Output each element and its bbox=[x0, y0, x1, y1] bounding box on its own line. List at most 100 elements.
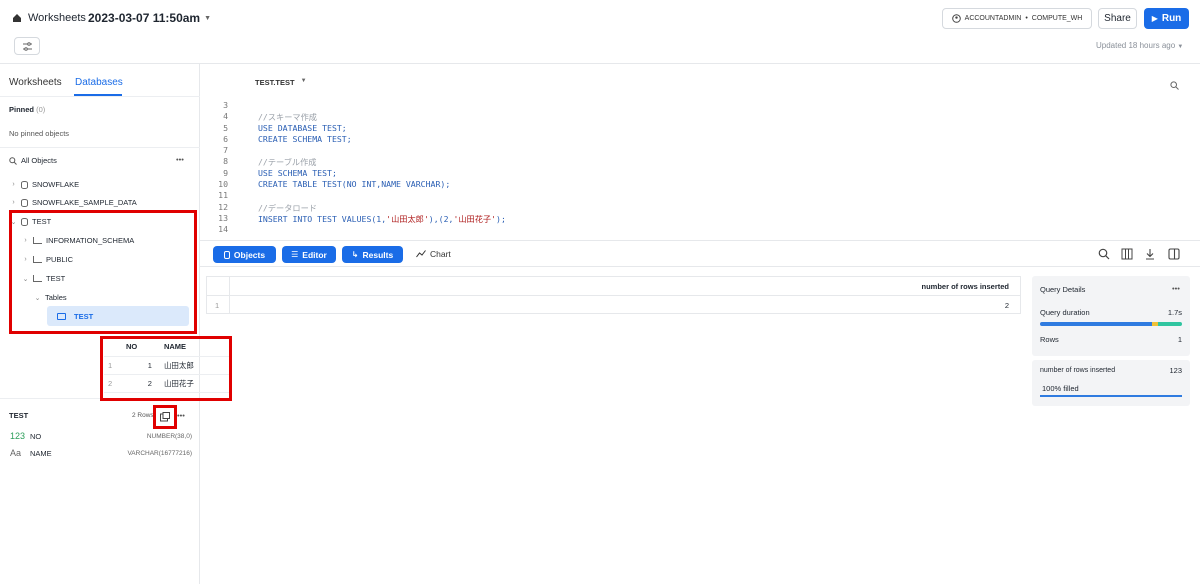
rows-label: Rows bbox=[1040, 335, 1059, 344]
line-number: 8 bbox=[223, 156, 228, 167]
filter-button[interactable] bbox=[14, 37, 40, 55]
search-icon[interactable] bbox=[1170, 77, 1179, 95]
worksheets-breadcrumb[interactable]: Worksheets bbox=[12, 12, 86, 24]
chevron-right-icon: › bbox=[12, 199, 15, 206]
more-icon[interactable]: ••• bbox=[176, 155, 184, 164]
code-line: 4 //スキーマ作成 bbox=[200, 111, 1200, 122]
columns-icon[interactable] bbox=[1121, 247, 1133, 260]
code-text: USE DATABASE TEST; bbox=[258, 122, 347, 133]
query-details-panel: Query Details ••• Query duration 1.7s Ro… bbox=[1032, 276, 1190, 356]
code-line: 14 bbox=[200, 224, 1200, 235]
column-type: VARCHAR(16777216) bbox=[127, 449, 192, 457]
editor-button[interactable]: ☰ Editor bbox=[282, 246, 336, 263]
results-header-row: number of rows inserted bbox=[207, 277, 1020, 296]
column-row-no[interactable]: 123 NO NUMBER(38,0) bbox=[10, 431, 192, 441]
run-button[interactable]: ▶ Run bbox=[1144, 8, 1189, 29]
filled-bar bbox=[1040, 395, 1182, 397]
result-cell[interactable]: 2 bbox=[1005, 301, 1009, 310]
database-icon bbox=[21, 180, 28, 189]
duration-value: 1.7s bbox=[1167, 308, 1182, 317]
share-button[interactable]: Share bbox=[1098, 8, 1137, 29]
warehouse-label: COMPUTE_WH bbox=[1031, 15, 1083, 22]
line-number: 6 bbox=[223, 133, 228, 144]
column-type: NUMBER(38,0) bbox=[146, 432, 192, 440]
home-icon bbox=[13, 14, 21, 22]
divider bbox=[0, 147, 200, 148]
all-objects-header[interactable]: All Objects bbox=[9, 156, 57, 165]
column-name: NAME bbox=[30, 448, 52, 458]
highlight-box bbox=[153, 405, 177, 429]
code-comment: //データロード bbox=[258, 202, 317, 213]
column-header[interactable]: number of rows inserted bbox=[921, 282, 1009, 291]
line-number: 14 bbox=[218, 224, 228, 235]
line-number: 10 bbox=[218, 179, 228, 190]
number-type-icon: 123 bbox=[1169, 366, 1182, 375]
code-line: 13 INSERT INTO TEST VALUES(1,'山田太郎'),(2,'… bbox=[200, 213, 1200, 224]
role-warehouse-selector[interactable]: ACCOUNTADMIN • COMPUTE_WH bbox=[942, 8, 1092, 29]
row-number: 1 bbox=[215, 301, 220, 310]
line-number: 9 bbox=[223, 167, 228, 178]
column-stats-panel[interactable]: number of rows inserted 123 100% filled bbox=[1032, 360, 1190, 406]
chart-label: Chart bbox=[430, 249, 451, 259]
line-number: 7 bbox=[223, 145, 228, 156]
text-type-icon: Aa bbox=[10, 448, 22, 458]
results-button[interactable]: ↳ Results bbox=[342, 246, 403, 263]
code-comment: //テーブル作成 bbox=[258, 157, 317, 168]
code-line: 3 bbox=[200, 100, 1200, 111]
panel-toggle-icon[interactable] bbox=[1168, 247, 1180, 260]
bar-segment-execution bbox=[1040, 322, 1153, 326]
context-selector[interactable]: TEST.TEST ▼ bbox=[255, 78, 307, 87]
line-number: 13 bbox=[218, 212, 228, 223]
more-icon[interactable]: ••• bbox=[177, 411, 185, 420]
column-name: NO bbox=[30, 431, 42, 441]
tree-db-snowflake[interactable]: › SNOWFLAKE bbox=[10, 180, 79, 189]
code-line: 7 bbox=[200, 145, 1200, 156]
role-label: ACCOUNTADMIN bbox=[964, 15, 1022, 22]
chevron-down-icon: ▼ bbox=[300, 78, 307, 84]
updated-text: Updated 18 hours ago bbox=[1096, 41, 1176, 50]
bar-segment-other bbox=[1157, 322, 1182, 326]
more-icon[interactable]: ••• bbox=[1172, 284, 1180, 293]
run-label: Run bbox=[1161, 13, 1182, 24]
context-label: TEST.TEST bbox=[255, 78, 295, 87]
tree-db-sample[interactable]: › SNOWFLAKE_SAMPLE_DATA bbox=[10, 198, 137, 207]
line-number: 4 bbox=[223, 111, 228, 122]
code-text: CREATE SCHEMA TEST; bbox=[258, 133, 352, 144]
line-number: 11 bbox=[218, 190, 228, 201]
sliders-icon bbox=[22, 41, 32, 51]
worksheet-title[interactable]: 2023-03-07 11:50am ▼ bbox=[88, 11, 211, 25]
pinned-count: (0) bbox=[36, 105, 46, 114]
chart-line-icon bbox=[416, 250, 426, 258]
tree-label: SNOWFLAKE_SAMPLE_DATA bbox=[32, 198, 137, 207]
database-icon bbox=[21, 198, 28, 207]
string-literal: '山田太郎' bbox=[386, 213, 429, 224]
query-details-title: Query Details bbox=[1040, 285, 1086, 294]
duration-bar bbox=[1040, 322, 1182, 326]
download-icon[interactable] bbox=[1144, 247, 1156, 260]
lines-icon: ☰ bbox=[291, 250, 299, 259]
tab-databases[interactable]: Databases bbox=[75, 77, 123, 88]
code-line: 11 bbox=[200, 190, 1200, 201]
line-number: 5 bbox=[223, 122, 228, 133]
top-bar: Worksheets 2023-03-07 11:50am ▼ ACCOUNTA… bbox=[0, 0, 1200, 64]
code-editor[interactable]: 3 4 //スキーマ作成 5 USE DATABASE TEST; 6 CREATE … bbox=[200, 100, 1200, 236]
code-line: 12 //データロード bbox=[200, 202, 1200, 213]
code-line: 5 USE DATABASE TEST; bbox=[200, 123, 1200, 134]
column-row-name[interactable]: Aa NAME VARCHAR(16777216) bbox=[10, 448, 192, 458]
highlight-box bbox=[9, 210, 197, 334]
code-comment: //スキーマ作成 bbox=[258, 112, 317, 123]
chevron-right-icon: › bbox=[12, 181, 15, 188]
search-icon[interactable] bbox=[1098, 247, 1110, 260]
filled-label: 100% filled bbox=[1042, 384, 1079, 393]
line-number: 12 bbox=[218, 201, 228, 212]
objects-button[interactable]: Objects bbox=[213, 246, 276, 263]
tab-worksheets[interactable]: Worksheets bbox=[9, 77, 62, 88]
code-line: 6 CREATE SCHEMA TEST; bbox=[200, 134, 1200, 145]
chart-button[interactable]: Chart bbox=[416, 249, 451, 259]
arrow-icon: ↳ bbox=[351, 250, 359, 259]
divider bbox=[0, 96, 200, 97]
pinned-label: Pinned bbox=[9, 105, 35, 114]
code-text: CREATE TABLE TEST(NO INT,NAME VARCHAR); bbox=[258, 179, 451, 190]
row-gutter bbox=[229, 277, 230, 313]
